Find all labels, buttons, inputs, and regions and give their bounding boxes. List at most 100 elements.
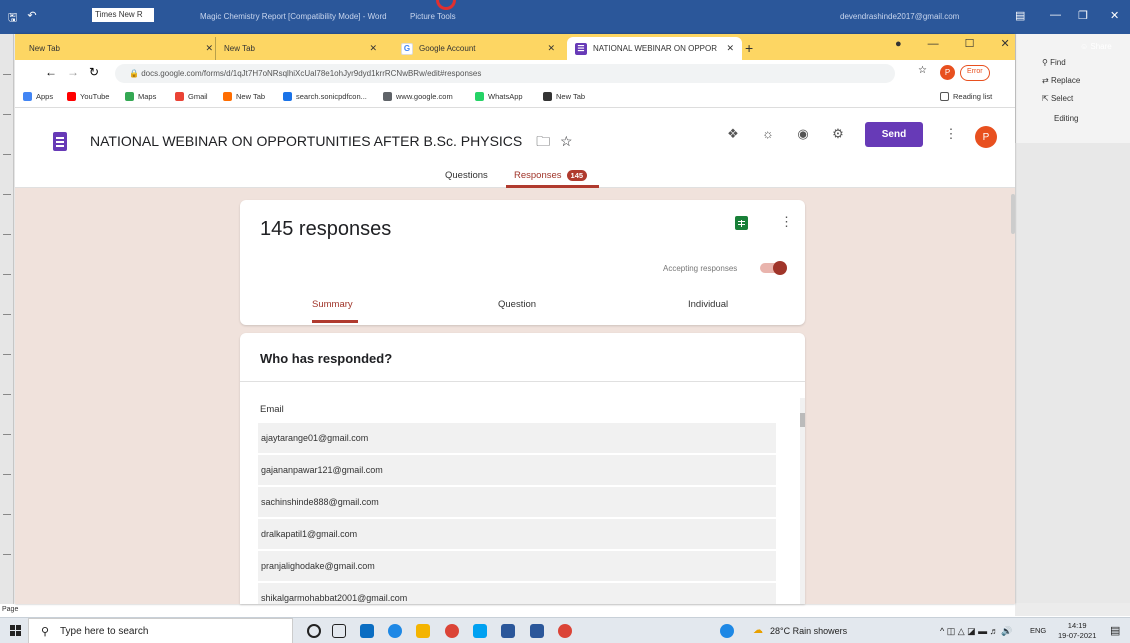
bookmark-apps[interactable]: Apps: [23, 92, 53, 101]
windows-start-icon[interactable]: [10, 625, 22, 637]
weather-text[interactable]: 28°C Rain showers: [770, 626, 847, 636]
store-icon[interactable]: [360, 624, 374, 638]
close-icon[interactable]: ✕: [1001, 37, 1010, 50]
send-button[interactable]: Send: [865, 122, 923, 147]
forms-logo-icon[interactable]: [53, 132, 67, 151]
subtab-summary[interactable]: Summary: [312, 299, 353, 310]
tab-label: New Tab: [224, 44, 255, 53]
back-icon[interactable]: ←: [45, 65, 57, 79]
list-item: ajaytarange01@gmail.com: [258, 423, 776, 453]
responses-summary-card: 145 responses ⋮ Accepting responses Summ…: [240, 200, 805, 325]
tab-forms[interactable]: ☰ NATIONAL WEBINAR ON OPPOR ✕: [567, 37, 742, 60]
taskbar-search-placeholder: Type here to search: [60, 626, 149, 637]
quick-access-toolbar: 🖫 ↶: [8, 9, 37, 28]
clock-time: 14:19: [1067, 621, 1087, 630]
edge-icon[interactable]: [388, 624, 402, 638]
form-title: NATIONAL WEBINAR ON OPPORTUNITIES AFTER …: [90, 133, 573, 149]
lock-icon: 🔒: [129, 69, 142, 78]
close-tab-icon[interactable]: ✕: [726, 43, 734, 54]
maps-icon: [125, 92, 134, 101]
undo-icon[interactable]: ↶: [27, 9, 36, 28]
page-scrollbar[interactable]: [1011, 194, 1015, 234]
save-icon[interactable]: 🖫: [8, 9, 17, 28]
tab-new-tab-2[interactable]: New Tab ✕: [215, 37, 385, 60]
email-list-scroll-thumb[interactable]: [800, 413, 805, 427]
error-button[interactable]: Error: [960, 65, 990, 81]
tab-responses[interactable]: Responses 145: [514, 170, 588, 181]
font-name-box[interactable]: Times New R: [92, 8, 154, 22]
file-explorer-icon[interactable]: [416, 624, 430, 638]
more-vert-icon[interactable]: ⋮: [943, 126, 959, 142]
folder-icon[interactable]: 🗀: [536, 133, 550, 149]
app-icon[interactable]: [720, 624, 734, 638]
word-window-title: Magic Chemistry Report [Compatibility Mo…: [200, 12, 387, 21]
word-editing-panel: ⚲ Find ⇄ Replace ⇱ Select Editing: [1015, 34, 1130, 143]
select-icon: ⇱: [1042, 94, 1051, 103]
bookmark-new-tab[interactable]: New Tab: [223, 92, 265, 101]
list-item: sachinshinde888@gmail.com: [258, 487, 776, 517]
bookmark-google[interactable]: www.google.com: [383, 92, 453, 101]
language-indicator[interactable]: ENG: [1030, 626, 1046, 635]
tab-new-tab-1[interactable]: New Tab ✕: [21, 37, 221, 60]
close-tab-icon[interactable]: ✕: [369, 43, 377, 54]
system-tray[interactable]: ^ ◫ △ ◪ ▬ ♬ 🔊: [940, 626, 1012, 637]
subtab-question[interactable]: Question: [498, 299, 536, 310]
bookmark-new-tab-2[interactable]: New Tab: [543, 92, 585, 101]
new-tab-plus-icon[interactable]: +: [745, 40, 753, 56]
bookmark-sonicpdf[interactable]: search.sonicpdfcon...: [283, 92, 367, 101]
account-avatar[interactable]: P: [975, 126, 997, 148]
more-vert-icon[interactable]: ⋮: [780, 214, 793, 230]
ribbon-display-icon[interactable]: ▤: [1015, 9, 1025, 22]
star-icon[interactable]: ☆: [560, 133, 573, 149]
close-icon[interactable]: ✕: [1110, 9, 1119, 22]
close-tab-icon[interactable]: ✕: [205, 43, 213, 54]
notification-icon[interactable]: ▤: [1110, 624, 1120, 637]
cortana-icon[interactable]: [307, 624, 321, 638]
preview-eye-icon[interactable]: ◉: [795, 126, 811, 142]
subtab-individual[interactable]: Individual: [688, 299, 728, 310]
chrome-icon[interactable]: [445, 624, 459, 638]
zoom-slider[interactable]: [1015, 603, 1130, 616]
tab-label: NATIONAL WEBINAR ON OPPOR: [593, 44, 718, 53]
bookmark-youtube[interactable]: YouTube: [67, 92, 109, 101]
forward-icon[interactable]: →: [67, 65, 79, 79]
sheets-icon[interactable]: [735, 216, 748, 230]
minimize-icon[interactable]: —: [1050, 9, 1061, 21]
palette-icon[interactable]: ☼: [760, 126, 776, 142]
bookmark-star-icon[interactable]: ☆: [918, 65, 927, 76]
replace-button[interactable]: ⇄ Replace: [1042, 76, 1080, 85]
list-item: shikalgarmohabbat2001@gmail.com: [258, 583, 776, 604]
reading-list-button[interactable]: Reading list: [940, 92, 992, 101]
bookmark-whatsapp[interactable]: WhatsApp: [475, 92, 523, 101]
close-tab-icon[interactable]: ✕: [547, 43, 555, 54]
bookmark-maps[interactable]: Maps: [125, 92, 156, 101]
tab-google-account[interactable]: G Google Account ✕: [393, 37, 563, 60]
address-bar[interactable]: 🔒 docs.google.com/forms/d/1qJt7H7oNRsqlh…: [115, 64, 895, 83]
minimize-icon[interactable]: —: [928, 38, 939, 50]
addon-puzzle-icon[interactable]: ❖: [725, 126, 741, 142]
list-item: dralkapatil1@gmail.com: [258, 519, 776, 549]
record-icon[interactable]: ●: [895, 38, 902, 50]
task-view-icon[interactable]: [332, 624, 346, 638]
restore-icon[interactable]: ❐: [1078, 9, 1088, 22]
apps-icon: [23, 92, 32, 101]
email-list-scrollbar[interactable]: [800, 398, 805, 604]
accepting-responses-toggle[interactable]: [760, 261, 787, 275]
responses-count-badge: 145: [566, 170, 588, 181]
chrome-icon[interactable]: [558, 624, 572, 638]
new-tab-icon: [223, 92, 232, 101]
bookmark-gmail[interactable]: Gmail: [175, 92, 208, 101]
settings-gear-icon[interactable]: ⚙: [830, 126, 846, 142]
tab-questions[interactable]: Questions: [445, 170, 488, 181]
reload-icon[interactable]: ↻: [89, 65, 99, 79]
word-icon[interactable]: [530, 624, 544, 638]
find-button[interactable]: ⚲ Find: [1042, 58, 1066, 67]
select-button[interactable]: ⇱ Select: [1042, 94, 1073, 103]
clock[interactable]: 14:19 19-07-2021: [1058, 621, 1096, 641]
app-icon[interactable]: [473, 624, 487, 638]
share-button[interactable]: ☺ Share: [1080, 42, 1112, 51]
app-icon[interactable]: [501, 624, 515, 638]
profile-avatar[interactable]: P: [940, 65, 955, 80]
list-item: gajananpawar121@gmail.com: [258, 455, 776, 485]
maximize-icon[interactable]: ☐: [965, 37, 975, 50]
